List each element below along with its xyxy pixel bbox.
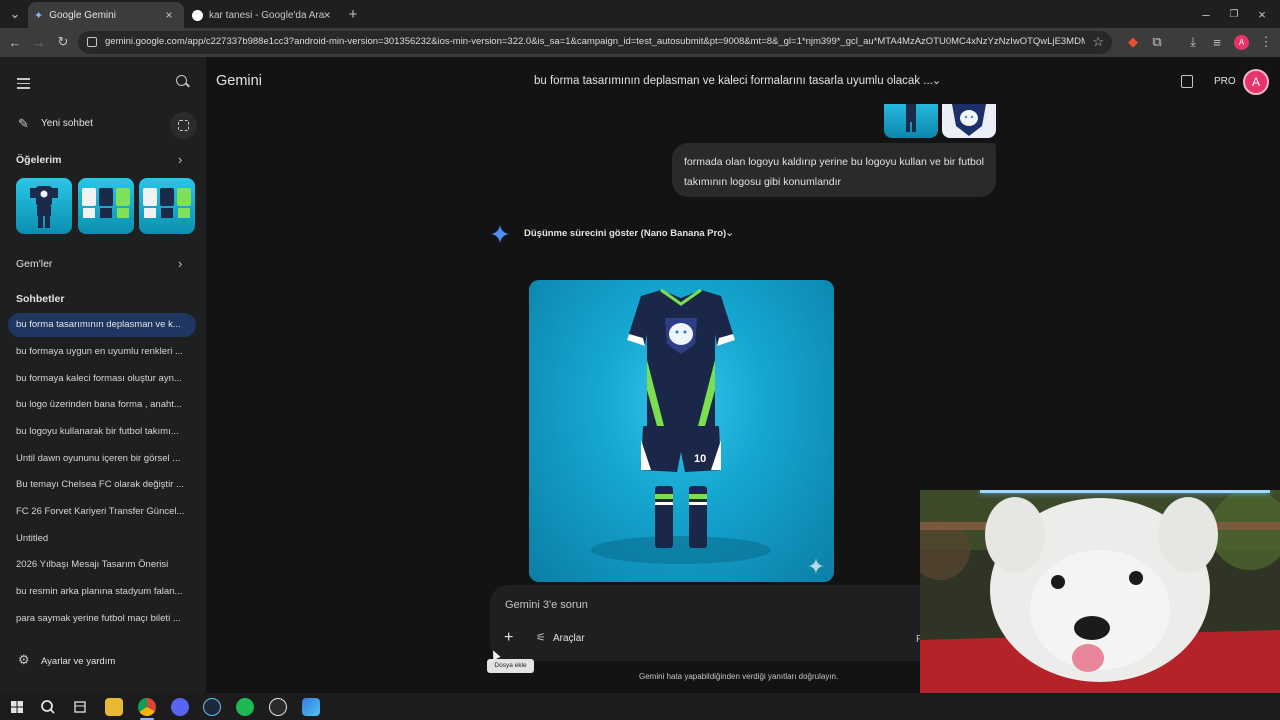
address-bar[interactable]: gemini.google.com/app/c227337b988e1cc3?a… xyxy=(78,31,1112,54)
download-icon[interactable]: ⤓ xyxy=(1184,33,1202,51)
temporary-chat-icon[interactable] xyxy=(170,112,197,139)
settings-label: Ayarlar ve yardım xyxy=(41,656,116,667)
chats-header: Sohbetler xyxy=(16,293,65,305)
attached-image-thumbnail[interactable] xyxy=(884,104,938,138)
pro-label[interactable]: PRO xyxy=(1214,76,1236,87)
chat-item[interactable]: FC 26 Forvet Kariyeri Transfer Güncel... xyxy=(16,506,190,517)
gear-icon: ⚙ xyxy=(18,652,30,667)
user-message-text: formada olan logoyu kaldırıp yerine bu l… xyxy=(684,156,985,188)
user-avatar[interactable]: A xyxy=(1243,69,1269,95)
task-view-icon[interactable] xyxy=(71,698,89,716)
close-window-icon[interactable]: × xyxy=(1253,5,1271,23)
gemini-star-icon xyxy=(491,225,509,243)
chat-item[interactable]: bu formaya uygun en uyumlu renkleri ... xyxy=(16,346,190,357)
tab-title: Google Gemini xyxy=(49,9,116,21)
chevron-down-icon[interactable]: ⌄ xyxy=(725,226,734,239)
webcam-overlay xyxy=(920,490,1280,693)
disclaimer-text: Gemini hata yapabildiğinden verdiği yanı… xyxy=(639,672,839,681)
user-message-bubble: formada olan logoyu kaldırıp yerine bu l… xyxy=(672,143,996,197)
bookmark-star-icon[interactable]: ☆ xyxy=(1092,34,1104,50)
webcam-top-glow xyxy=(980,490,1270,493)
chat-title[interactable]: bu forma tasarımının deplasman ve kaleci… xyxy=(534,75,933,87)
tab-google-search[interactable]: kar tanesi - Google'da Ara × xyxy=(186,2,342,28)
chat-item[interactable]: bu resmin arka planına stadyum falan... xyxy=(16,586,190,597)
browser-menu-icon[interactable]: ⋮ xyxy=(1257,33,1275,51)
search-icon[interactable] xyxy=(39,698,57,716)
discord-icon[interactable] xyxy=(171,698,189,716)
new-chat-button[interactable]: ✎ Yeni sohbet xyxy=(10,112,170,138)
attached-logo-thumbnail[interactable] xyxy=(942,104,996,138)
url-text: gemini.google.com/app/c227337b988e1cc3?a… xyxy=(105,36,1085,47)
search-icon-handle xyxy=(185,82,190,88)
windows-start-icon[interactable] xyxy=(8,698,26,716)
chat-item[interactable]: Untitled xyxy=(16,533,190,544)
tab-search-icon[interactable]: ⌄ xyxy=(6,5,24,23)
reading-list-icon[interactable]: ≡ xyxy=(1208,33,1226,51)
new-chat-label: Yeni sohbet xyxy=(41,118,93,129)
sidebar: ✎ Yeni sohbet Öğelerim › Gem'ler › Sohbe… xyxy=(0,57,206,693)
add-file-icon[interactable]: + xyxy=(504,629,513,647)
item-thumbnail[interactable] xyxy=(139,178,195,234)
gems-header[interactable]: Gem'ler xyxy=(16,258,52,270)
close-tab-icon[interactable]: × xyxy=(320,8,334,22)
steam-icon[interactable] xyxy=(203,698,221,716)
browser-toolbar: ← → ↻ gemini.google.com/app/c227337b988e… xyxy=(0,28,1280,57)
minimize-icon[interactable]: – xyxy=(1197,5,1215,23)
file-explorer-icon[interactable] xyxy=(105,698,123,716)
chat-item[interactable]: bu logo üzerinden bana forma , anaht... xyxy=(16,399,190,410)
gemini-favicon-icon: ✦ xyxy=(34,9,44,22)
chevron-down-icon[interactable]: ⌄ xyxy=(932,74,941,87)
app-title[interactable]: Gemini xyxy=(216,73,262,89)
settings-button[interactable]: ⚙ Ayarlar ve yardım xyxy=(10,649,170,673)
paint-icon[interactable] xyxy=(302,698,320,716)
share-icon[interactable] xyxy=(1181,75,1193,88)
generated-jersey-image[interactable]: 10 xyxy=(529,280,834,582)
item-thumbnail[interactable] xyxy=(78,178,134,234)
site-info-icon[interactable] xyxy=(87,37,97,47)
edit-icon: ✎ xyxy=(18,116,29,131)
tab-google-gemini[interactable]: ✦ Google Gemini × xyxy=(28,2,184,28)
chat-item[interactable]: bu formaya kaleci forması oluştur ayn... xyxy=(16,373,190,384)
chat-item[interactable]: bu forma tasarımının deplasman ve k... xyxy=(16,319,190,330)
extensions-icon[interactable]: ⧉ xyxy=(1148,33,1166,51)
chat-item[interactable]: Bu temayı Chelsea FC olarak değiştir ... xyxy=(16,479,190,490)
sliders-icon: ⚟ xyxy=(536,632,546,644)
app-icon[interactable] xyxy=(269,698,287,716)
item-thumbnail[interactable] xyxy=(16,178,72,234)
google-favicon-icon xyxy=(192,9,203,21)
chrome-icon[interactable] xyxy=(138,698,156,716)
new-tab-icon[interactable]: + xyxy=(344,5,362,23)
os-taskbar xyxy=(0,693,1280,720)
prompt-input[interactable]: Gemini 3'e sorun xyxy=(505,599,588,611)
items-header[interactable]: Öğelerim xyxy=(16,154,62,166)
close-tab-icon[interactable]: × xyxy=(162,8,176,22)
back-icon[interactable]: ← xyxy=(6,33,24,51)
prompt-composer: Gemini 3'e sorun + ⚟ Araçlar F xyxy=(490,585,930,661)
restore-icon[interactable]: ❐ xyxy=(1225,5,1243,23)
reload-icon[interactable]: ↻ xyxy=(54,33,72,51)
show-thinking-toggle[interactable]: Düşünme sürecini göster (Nano Banana Pro… xyxy=(524,228,726,239)
chat-item[interactable]: 2026 Yılbaşı Mesajı Tasarım Önerisi xyxy=(16,559,190,570)
browser-tab-bar: ⌄ ✦ Google Gemini × kar tanesi - Google'… xyxy=(0,0,1280,28)
chevron-right-icon[interactable]: › xyxy=(178,257,190,270)
spotify-icon[interactable] xyxy=(236,698,254,716)
menu-icon[interactable] xyxy=(17,78,30,89)
chat-item[interactable]: bu logoyu kullanarak bir futbol takımı..… xyxy=(16,426,190,437)
chat-item[interactable]: para saymak yerine futbol maçı bileti ..… xyxy=(16,613,190,624)
forward-icon[interactable]: → xyxy=(30,33,48,51)
profile-avatar[interactable]: A xyxy=(1234,35,1249,50)
chat-item[interactable]: Until dawn oyununu içeren bir görsel ... xyxy=(16,453,190,464)
tooltip: Dosya ekle xyxy=(487,659,534,673)
chevron-right-icon[interactable]: › xyxy=(178,153,190,166)
tab-title: kar tanesi - Google'da Ara xyxy=(209,9,325,21)
extension-fox-icon[interactable]: ◆ xyxy=(1124,33,1142,51)
tools-label: Araçlar xyxy=(553,633,585,644)
jersey-number: 10 xyxy=(694,453,707,465)
